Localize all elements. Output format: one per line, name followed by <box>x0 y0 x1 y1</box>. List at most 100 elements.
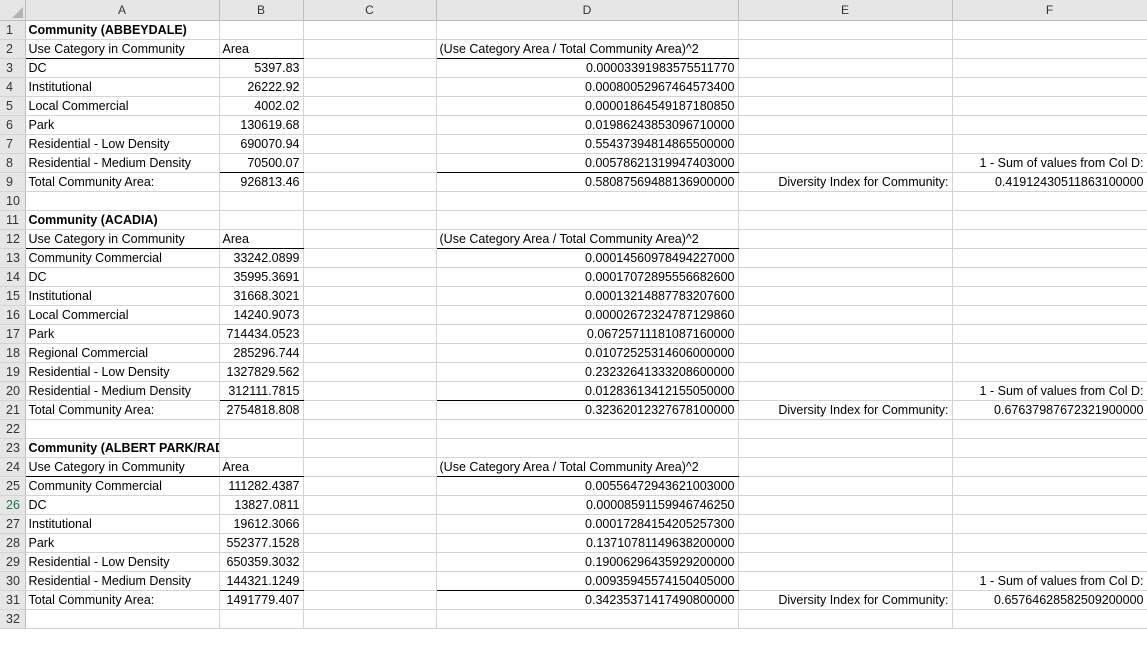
cell-f[interactable] <box>952 286 1147 306</box>
cell-c[interactable] <box>303 476 437 496</box>
cell-b[interactable]: 4002.02 <box>219 96 304 116</box>
cell-c[interactable] <box>303 419 437 439</box>
sheet-row[interactable]: 11 Community (ACADIA) <box>0 210 1147 230</box>
cell-e[interactable] <box>738 343 953 363</box>
cell-a[interactable]: Institutional <box>25 286 220 306</box>
cell-b[interactable]: 5397.83 <box>219 58 304 78</box>
sheet-row[interactable]: 16 Local Commercial 14240.9073 0.0000267232… <box>0 305 1147 325</box>
cell-e[interactable] <box>738 39 953 59</box>
cell-c[interactable] <box>303 400 437 420</box>
row-header[interactable]: 29 <box>0 552 26 572</box>
column-header-b[interactable]: B <box>219 0 304 21</box>
cell-c[interactable] <box>303 609 437 629</box>
cell-e[interactable] <box>738 476 953 496</box>
row-header[interactable]: 13 <box>0 248 26 268</box>
column-header-e[interactable]: E <box>738 0 953 21</box>
cell-d[interactable]: 0.55437394814865500000 <box>436 134 739 154</box>
cell-e[interactable] <box>738 58 953 78</box>
cell-b[interactable]: Area <box>219 457 304 477</box>
sheet-row[interactable]: 5 Local Commercial 4002.02 0.00001864549187… <box>0 96 1147 116</box>
cell-c[interactable] <box>303 134 437 154</box>
cell-c[interactable] <box>303 571 437 591</box>
cell-c[interactable] <box>303 172 437 192</box>
row-header[interactable]: 23 <box>0 438 26 458</box>
cell-b[interactable]: 1491779.407 <box>219 590 304 610</box>
cell-f[interactable] <box>952 533 1147 553</box>
cell-e[interactable] <box>738 248 953 268</box>
cell-d[interactable]: (Use Category Area / Total Community Are… <box>436 457 739 477</box>
row-header[interactable]: 2 <box>0 39 26 59</box>
sheet-row[interactable]: 23Community (ALBERT PARK/RADISSON HEIGHT… <box>0 438 1147 458</box>
cell-e[interactable] <box>738 305 953 325</box>
row-header[interactable]: 32 <box>0 609 26 629</box>
cell-e[interactable] <box>738 191 953 211</box>
cell-c[interactable] <box>303 267 437 287</box>
sheet-row[interactable]: 8 Residential - Medium Density 70500.07 0.0… <box>0 153 1147 173</box>
row-header[interactable]: 1 <box>0 20 26 40</box>
row-header[interactable]: 11 <box>0 210 26 230</box>
sheet-row[interactable]: 27 Institutional 19612.3066 0.0001728415420… <box>0 514 1147 534</box>
sheet-row[interactable]: 32 <box>0 609 1147 629</box>
sheet-row[interactable]: 2 Use Category in Community Area (Use Categ… <box>0 39 1147 59</box>
row-header[interactable]: 12 <box>0 229 26 249</box>
cell-d[interactable]: 0.00013214887783207600 <box>436 286 739 306</box>
sheet-row[interactable]: 29 Residential - Low Density 650359.3032 0.… <box>0 552 1147 572</box>
cell-b[interactable] <box>219 210 304 230</box>
cell-b[interactable]: 285296.744 <box>219 343 304 363</box>
cell-b[interactable]: 70500.07 <box>219 153 304 173</box>
cell-f[interactable] <box>952 229 1147 249</box>
cell-a[interactable]: Community (ABBEYDALE) <box>25 20 220 40</box>
cell-b[interactable]: 111282.4387 <box>219 476 304 496</box>
row-header[interactable]: 18 <box>0 343 26 363</box>
cell-b[interactable]: 926813.46 <box>219 172 304 192</box>
spreadsheet-grid[interactable]: A B C D E F 1 Community (ABBEYDALE) 2 Use C… <box>0 0 1147 657</box>
row-header[interactable]: 20 <box>0 381 26 401</box>
sheet-row[interactable]: 31 Total Community Area: 1491779.407 0.3423… <box>0 590 1147 610</box>
cell-b[interactable]: 26222.92 <box>219 77 304 97</box>
cell-c[interactable] <box>303 533 437 553</box>
cell-f[interactable] <box>952 267 1147 287</box>
cell-a[interactable]: Residential - Low Density <box>25 134 220 154</box>
cell-a[interactable]: Use Category in Community <box>25 39 220 59</box>
cell-a[interactable] <box>25 191 220 211</box>
cell-d[interactable]: 0.00578621319947403000 <box>436 153 739 173</box>
cell-b[interactable]: 714434.0523 <box>219 324 304 344</box>
column-header-d[interactable]: D <box>436 0 739 21</box>
cell-b[interactable]: 1327829.562 <box>219 362 304 382</box>
cell-b[interactable] <box>219 419 304 439</box>
cell-e[interactable] <box>738 381 953 401</box>
cell-d[interactable] <box>436 438 739 458</box>
cell-a[interactable]: Park <box>25 533 220 553</box>
cell-a[interactable]: Park <box>25 115 220 135</box>
row-header[interactable]: 25 <box>0 476 26 496</box>
cell-c[interactable] <box>303 381 437 401</box>
cell-c[interactable] <box>303 229 437 249</box>
cell-e[interactable] <box>738 438 953 458</box>
cell-a[interactable]: Total Community Area: <box>25 172 220 192</box>
cell-c[interactable] <box>303 362 437 382</box>
cell-a[interactable]: Community Commercial <box>25 476 220 496</box>
cell-a[interactable]: Community Commercial <box>25 248 220 268</box>
cell-b[interactable]: 19612.3066 <box>219 514 304 534</box>
cell-f[interactable] <box>952 248 1147 268</box>
cell-d[interactable]: 0.58087569488136900000 <box>436 172 739 192</box>
cell-d[interactable] <box>436 609 739 629</box>
cell-a[interactable]: Institutional <box>25 77 220 97</box>
sheet-row[interactable]: 28 Park 552377.1528 0.13710781149638200000 <box>0 533 1147 553</box>
cell-b[interactable]: 31668.3021 <box>219 286 304 306</box>
cell-e[interactable] <box>738 419 953 439</box>
cell-e[interactable] <box>738 552 953 572</box>
cell-e[interactable] <box>738 533 953 553</box>
cell-b[interactable]: 35995.3691 <box>219 267 304 287</box>
cell-d[interactable]: 0.00935945574150405000 <box>436 571 739 591</box>
cell-a[interactable]: Community (ALBERT PARK/RADISSON HEIGHTS) <box>25 438 220 458</box>
cell-e[interactable] <box>738 77 953 97</box>
cell-b[interactable]: 552377.1528 <box>219 533 304 553</box>
cell-b[interactable]: 144321.1249 <box>219 571 304 591</box>
cell-c[interactable] <box>303 96 437 116</box>
cell-d[interactable]: 0.01283613412155050000 <box>436 381 739 401</box>
cell-c[interactable] <box>303 20 437 40</box>
cell-e[interactable]: Diversity Index for Community: <box>738 400 953 420</box>
row-header[interactable]: 27 <box>0 514 26 534</box>
cell-f[interactable] <box>952 343 1147 363</box>
